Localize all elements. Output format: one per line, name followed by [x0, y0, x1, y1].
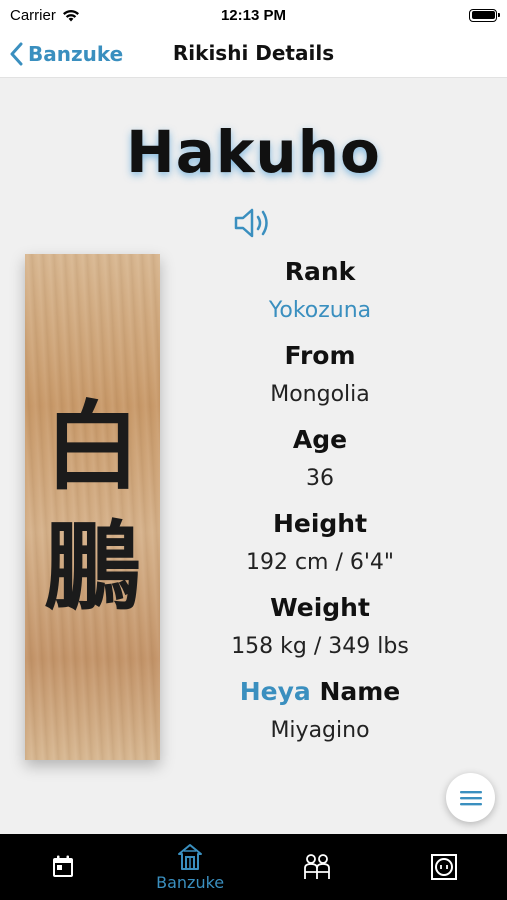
menu-icon: [459, 790, 482, 805]
banzuke-house-icon: [178, 843, 203, 870]
back-button[interactable]: Banzuke: [10, 30, 123, 78]
status-bar: Carrier 12:13 PM: [0, 0, 507, 30]
status-left: Carrier: [10, 7, 80, 24]
battery-icon: [469, 8, 500, 22]
heya-label: Heya Name: [200, 672, 440, 712]
navigation-bar: Banzuke Rikishi Details: [0, 30, 507, 78]
carrier-label: Carrier: [10, 6, 56, 24]
from-value: Mongolia: [270, 382, 370, 407]
tab-banzuke[interactable]: Banzuke: [130, 834, 250, 900]
weight-label: Weight: [270, 593, 370, 622]
dohyo-icon: [430, 854, 457, 880]
nameplate-kanji-1: 白: [44, 391, 141, 503]
wifi-icon: [62, 9, 79, 21]
calendar-icon: [53, 855, 74, 877]
height-label: Height: [272, 509, 368, 538]
rikishi-name: Hakuho: [126, 118, 381, 186]
heya-label-rest: Name: [319, 677, 401, 706]
age-value: 36: [306, 466, 334, 491]
back-button-label: Banzuke: [28, 42, 124, 66]
rikishi-details: Rank Yokozuna From Mongolia Age 36 Heigh…: [200, 252, 440, 756]
tab-rikishi[interactable]: [257, 834, 377, 900]
pronounce-button[interactable]: [232, 206, 274, 240]
rank-value[interactable]: Yokozuna: [200, 292, 440, 336]
rank-label: Rank: [284, 257, 356, 286]
height-value: 192 cm / 6'4": [245, 550, 395, 575]
tab-dohyo[interactable]: [384, 834, 504, 900]
tab-banzuke-label: Banzuke: [156, 872, 225, 892]
age-label: Age: [292, 425, 348, 454]
tab-calendar[interactable]: [3, 834, 123, 900]
tab-bar: Banzuke: [0, 834, 507, 900]
heya-link[interactable]: Heya: [240, 677, 311, 706]
nameplate-kanji-2: 鵬: [44, 511, 141, 623]
nameplate-image: 白 鵬: [25, 254, 160, 760]
from-label: From: [284, 341, 356, 370]
wrestlers-icon: [303, 854, 330, 879]
weight-value: 158 kg / 349 lbs: [231, 634, 409, 659]
menu-button[interactable]: [446, 773, 495, 822]
chevron-left-icon: [10, 42, 23, 66]
speaker-icon: [234, 208, 268, 238]
heya-value: Miyagino: [270, 718, 370, 743]
